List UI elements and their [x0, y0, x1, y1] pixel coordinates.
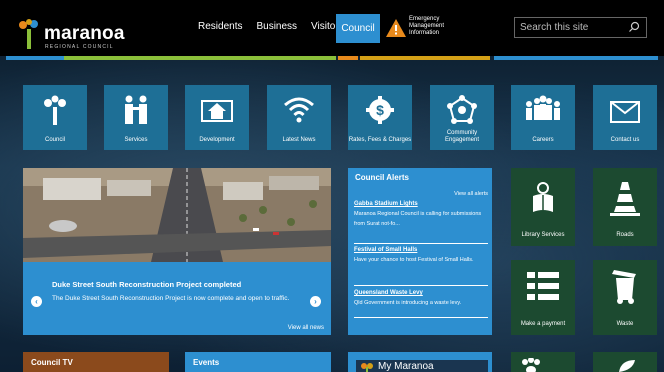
alerts-title: Council Alerts	[355, 173, 409, 182]
logo-name: maranoa	[44, 23, 125, 44]
logo-mark-icon	[19, 19, 38, 49]
house-blueprint-icon	[201, 100, 233, 122]
warning-icon	[386, 19, 406, 37]
tile-label: Roads	[616, 232, 634, 238]
tile-waste[interactable]: Waste	[593, 260, 657, 335]
my-maranoa-panel[interactable]: My Maranoa	[348, 352, 492, 372]
council-alerts-panel: Council Alerts View all alerts Gabba Sta…	[348, 168, 492, 335]
alert-title[interactable]: Gabba Stadium Lights	[354, 201, 488, 207]
tile-development[interactable]: Development	[185, 85, 249, 150]
alert-body: Qld Government is introducing a waste le…	[354, 300, 462, 306]
council-tree-icon	[44, 95, 66, 125]
news-title[interactable]: Duke Street South Reconstruction Project…	[52, 280, 241, 289]
color-strip-2	[64, 56, 336, 60]
council-tv-title: Council TV	[31, 358, 73, 367]
alert-title[interactable]: Queensland Waste Levy	[354, 290, 488, 296]
council-tv-panel[interactable]: Council TV	[23, 352, 169, 372]
nav-business[interactable]: Business	[256, 17, 297, 37]
alert-item: Festival of Small Halls Have your chance…	[354, 247, 488, 286]
wheelie-bin-icon	[612, 270, 636, 304]
tile-library-services[interactable]: Library Services	[511, 168, 575, 246]
alert-body: Have your chance to host Festival of Sma…	[354, 257, 474, 263]
search-box	[514, 17, 647, 38]
site-logo[interactable]: maranoa REGIONAL COUNCIL	[18, 19, 138, 51]
tile-careers[interactable]: Careers	[511, 85, 575, 150]
svg-text:$: $	[376, 102, 384, 118]
alert-item: Queensland Waste Levy Qld Government is …	[354, 290, 488, 318]
logo-subtitle: REGIONAL COUNCIL	[45, 44, 114, 50]
logo-mark-icon	[361, 363, 373, 372]
emergency-line-3: Information	[409, 30, 440, 36]
tile-label: Careers	[532, 137, 554, 143]
community-network-icon	[447, 95, 477, 124]
color-strip-4	[360, 56, 490, 60]
color-strip-1	[6, 56, 64, 60]
reader-icon	[533, 182, 553, 212]
leaf-icon	[619, 360, 635, 372]
emergency-line-1: Emergency	[409, 16, 440, 22]
tile-roads[interactable]: Roads	[593, 168, 657, 246]
color-strip-3	[338, 56, 358, 60]
tile-label: Waste	[616, 321, 634, 327]
emergency-info-link[interactable]: Emergency Management Information	[386, 14, 496, 44]
next-arrow-icon[interactable]: ›	[310, 296, 321, 307]
tile-label: Development	[199, 137, 235, 143]
traffic-cone-icon	[610, 182, 640, 216]
tile-label: Latest News	[282, 137, 316, 143]
envelope-icon	[610, 101, 640, 123]
tile-council[interactable]: Council	[23, 85, 87, 150]
tile-label: Council	[44, 137, 65, 143]
my-maranoa-banner: My Maranoa	[356, 360, 488, 372]
tile-community-engagement[interactable]: Community Engagement	[430, 85, 494, 150]
environment-tile[interactable]	[593, 352, 657, 372]
view-all-alerts-link[interactable]: View all alerts	[454, 191, 488, 197]
paw-icon	[522, 358, 540, 372]
alert-item: Gabba Stadium Lights Maranoa Regional Co…	[354, 201, 488, 244]
alert-title[interactable]: Festival of Small Halls	[354, 247, 488, 253]
tile-contact-us[interactable]: Contact us	[593, 85, 657, 150]
view-all-news-link[interactable]: View all news	[288, 325, 324, 331]
tile-label: Make a payment	[520, 321, 566, 327]
tile-label: Library Services	[521, 232, 565, 238]
emergency-line-2: Management	[409, 23, 445, 29]
my-maranoa-title: My Maranoa	[378, 361, 434, 372]
tile-label: Contact us	[610, 137, 640, 143]
main-nav: Residents Business Visitors	[198, 17, 358, 37]
group-people-icon	[526, 95, 560, 120]
dollar-gear-icon: $	[366, 96, 394, 124]
color-strip-5	[494, 56, 658, 60]
emergency-label: Emergency Management Information	[409, 16, 489, 37]
pets-tile[interactable]	[511, 352, 575, 372]
nav-residents[interactable]: Residents	[198, 17, 242, 37]
wifi-icon	[284, 97, 314, 123]
aerial-street-photo	[23, 168, 331, 262]
tile-label: Community Engagement	[444, 130, 480, 143]
search-icon[interactable]	[628, 21, 640, 33]
tile-latest-news[interactable]: Latest News	[267, 85, 331, 150]
tile-label: Rates, Fees & Charges	[348, 137, 412, 143]
news-carousel: Duke Street South Reconstruction Project…	[23, 168, 331, 335]
tile-services[interactable]: Services	[104, 85, 168, 150]
news-caption-panel: Duke Street South Reconstruction Project…	[23, 262, 331, 335]
search-input[interactable]	[520, 20, 625, 35]
news-photo[interactable]	[23, 168, 331, 262]
tile-label: Services	[124, 137, 148, 143]
site-header: maranoa REGIONAL COUNCIL Residents Busin…	[0, 0, 664, 56]
events-title: Events	[193, 358, 220, 367]
news-description: The Duke Street South Reconstruction Pro…	[52, 295, 290, 302]
tile-rates-fees[interactable]: $ Rates, Fees & Charges	[348, 85, 412, 150]
nav-council[interactable]: Council	[336, 14, 380, 43]
people-icon	[125, 95, 147, 124]
prev-arrow-icon[interactable]: ‹	[31, 296, 42, 307]
list-icon	[527, 272, 559, 300]
events-panel[interactable]: Events	[185, 352, 331, 372]
alert-body: Maranoa Regional Council is calling for …	[354, 211, 482, 227]
tile-make-payment[interactable]: Make a payment	[511, 260, 575, 335]
